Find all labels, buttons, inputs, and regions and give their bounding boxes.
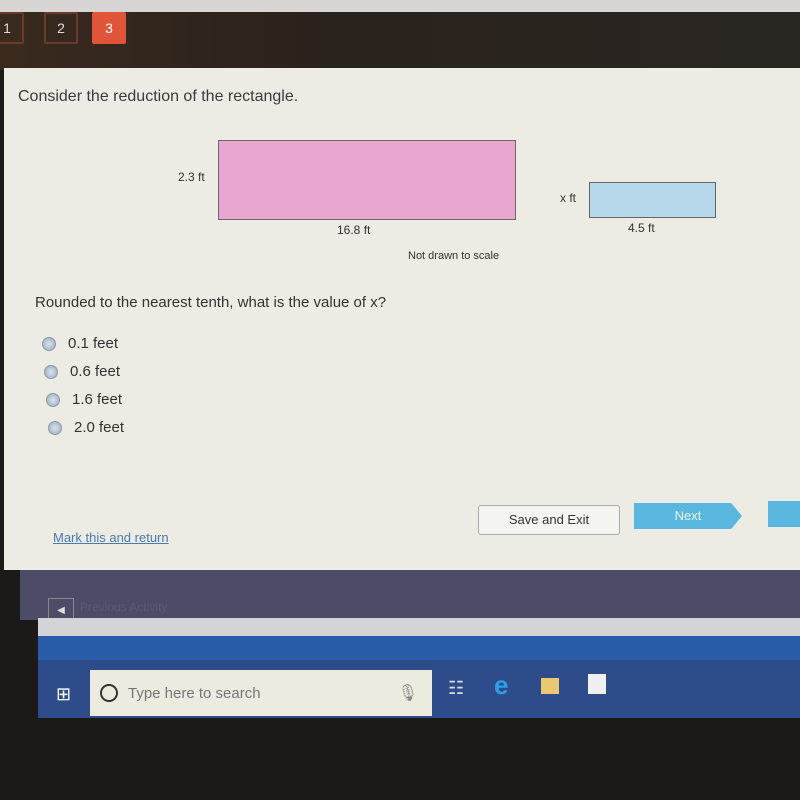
option-0-6[interactable]: 0.6 feet: [44, 363, 120, 380]
large-width-label: 16.8 ft: [337, 223, 371, 237]
save-and-exit-button[interactable]: Save and Exit: [478, 505, 620, 535]
radio-icon[interactable]: [42, 336, 56, 351]
question-1-button[interactable]: 1: [0, 12, 24, 44]
option-2-0[interactable]: 2.0 feet: [48, 419, 124, 436]
small-width-label: 4.5 ft: [628, 221, 655, 235]
previous-activity-link[interactable]: Previous Activity: [80, 600, 167, 614]
microphone-icon[interactable]: 🎙: [398, 683, 418, 703]
radio-icon[interactable]: [48, 420, 62, 435]
search-placeholder: Type here to search: [128, 684, 261, 702]
next-button[interactable]: Next: [634, 503, 742, 529]
taskbar-search[interactable]: Type here to search 🎙: [90, 670, 432, 716]
small-height-label: x ft: [560, 191, 577, 205]
windows-start-icon[interactable]: ⊞: [56, 684, 71, 705]
mark-and-return-link[interactable]: Mark this and return: [53, 530, 169, 545]
option-0-1[interactable]: 0.1 feet: [42, 335, 118, 352]
large-height-label: 2.3 ft: [178, 170, 205, 184]
option-1-6[interactable]: 1.6 feet: [46, 391, 122, 408]
task-view-icon[interactable]: ☷: [448, 678, 464, 699]
option-label: 0.6 feet: [70, 363, 121, 380]
option-label: 2.0 feet: [74, 419, 125, 436]
horizontal-scrollbar[interactable]: [38, 618, 800, 636]
edge-icon[interactable]: e: [494, 670, 508, 701]
question-nav: 1 2 3: [0, 12, 800, 70]
option-label: 1.6 feet: [72, 391, 123, 408]
radio-icon[interactable]: [46, 392, 60, 407]
question-3-button[interactable]: 3: [92, 12, 126, 44]
small-rectangle: [589, 182, 716, 218]
option-label: 0.1 feet: [68, 335, 119, 352]
submit-button[interactable]: [768, 501, 800, 527]
prompt-text: Consider the reduction of the rectangle.: [18, 88, 299, 105]
question-text: Rounded to the nearest tenth, what is th…: [35, 294, 387, 311]
radio-icon[interactable]: [44, 364, 58, 379]
top-strip: [0, 0, 800, 12]
file-explorer-icon[interactable]: [541, 678, 559, 694]
store-icon[interactable]: [588, 674, 606, 694]
cortana-icon: [100, 684, 118, 702]
large-rectangle: [218, 140, 516, 220]
question-2-button[interactable]: 2: [44, 12, 78, 44]
scale-note: Not drawn to scale: [408, 250, 500, 262]
